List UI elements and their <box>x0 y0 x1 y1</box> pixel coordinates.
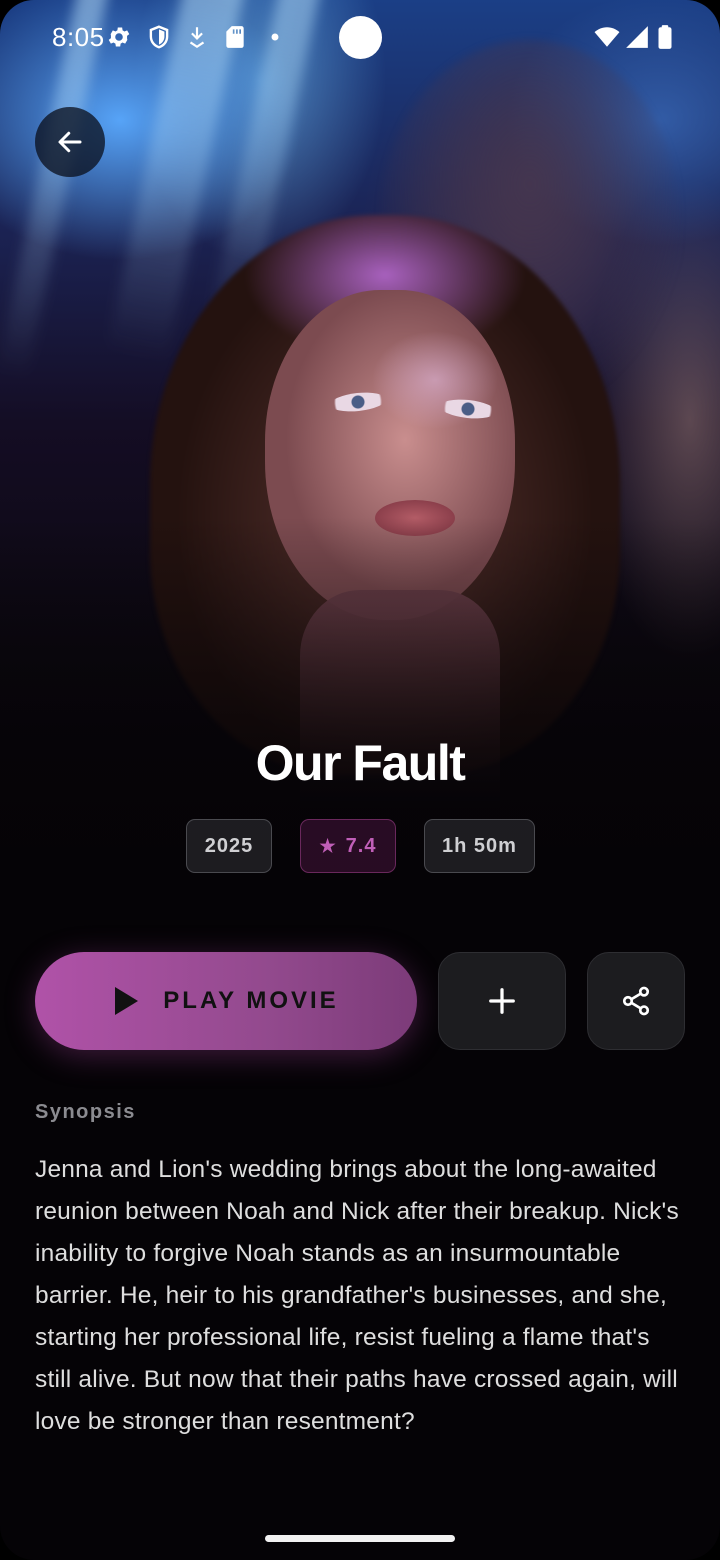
add-to-list-button[interactable] <box>438 952 566 1050</box>
home-indicator[interactable] <box>265 1535 455 1542</box>
rating-chip-label: 7.4 <box>345 834 377 857</box>
star-icon: ★ <box>319 835 337 856</box>
shield-icon <box>149 25 169 49</box>
year-chip: 2025 <box>186 819 272 873</box>
status-time: 8:05 <box>52 22 105 52</box>
synopsis-text: Jenna and Lion's wedding brings about th… <box>35 1156 679 1435</box>
download-icon <box>189 27 205 49</box>
plus-icon <box>489 988 515 1014</box>
play-movie-button[interactable]: PLAY MOVIE <box>35 952 417 1050</box>
back-button[interactable] <box>35 107 105 177</box>
duration-chip: 1h 50m <box>424 819 535 873</box>
dot-icon <box>271 33 279 41</box>
share-button[interactable] <box>587 952 685 1050</box>
synopsis-label: Synopsis <box>35 1101 136 1123</box>
movie-detail-screen: 8:05 Our Fault 2025 ★ 7.4 1h 50m PLAY MO… <box>0 0 720 1560</box>
duration-chip-label: 1h 50m <box>442 834 517 857</box>
movie-meta-chips: 2025 ★ 7.4 1h 50m <box>0 819 720 875</box>
wifi-icon <box>594 27 620 47</box>
play-icon <box>115 987 139 1015</box>
signal-icon <box>626 26 648 48</box>
movie-backdrop-image <box>0 0 720 940</box>
battery-icon <box>658 25 672 49</box>
year-chip-label: 2025 <box>204 834 254 857</box>
share-icon <box>622 986 650 1016</box>
camera-cutout <box>339 16 382 59</box>
gear-icon <box>108 27 130 47</box>
play-movie-label: PLAY MOVIE <box>163 987 339 1014</box>
sd-card-icon <box>226 26 244 48</box>
arrow-left-icon <box>58 131 82 153</box>
status-bar: 8:05 <box>0 0 720 76</box>
movie-title: Our Fault <box>255 735 466 791</box>
rating-chip: ★ 7.4 <box>300 819 396 873</box>
